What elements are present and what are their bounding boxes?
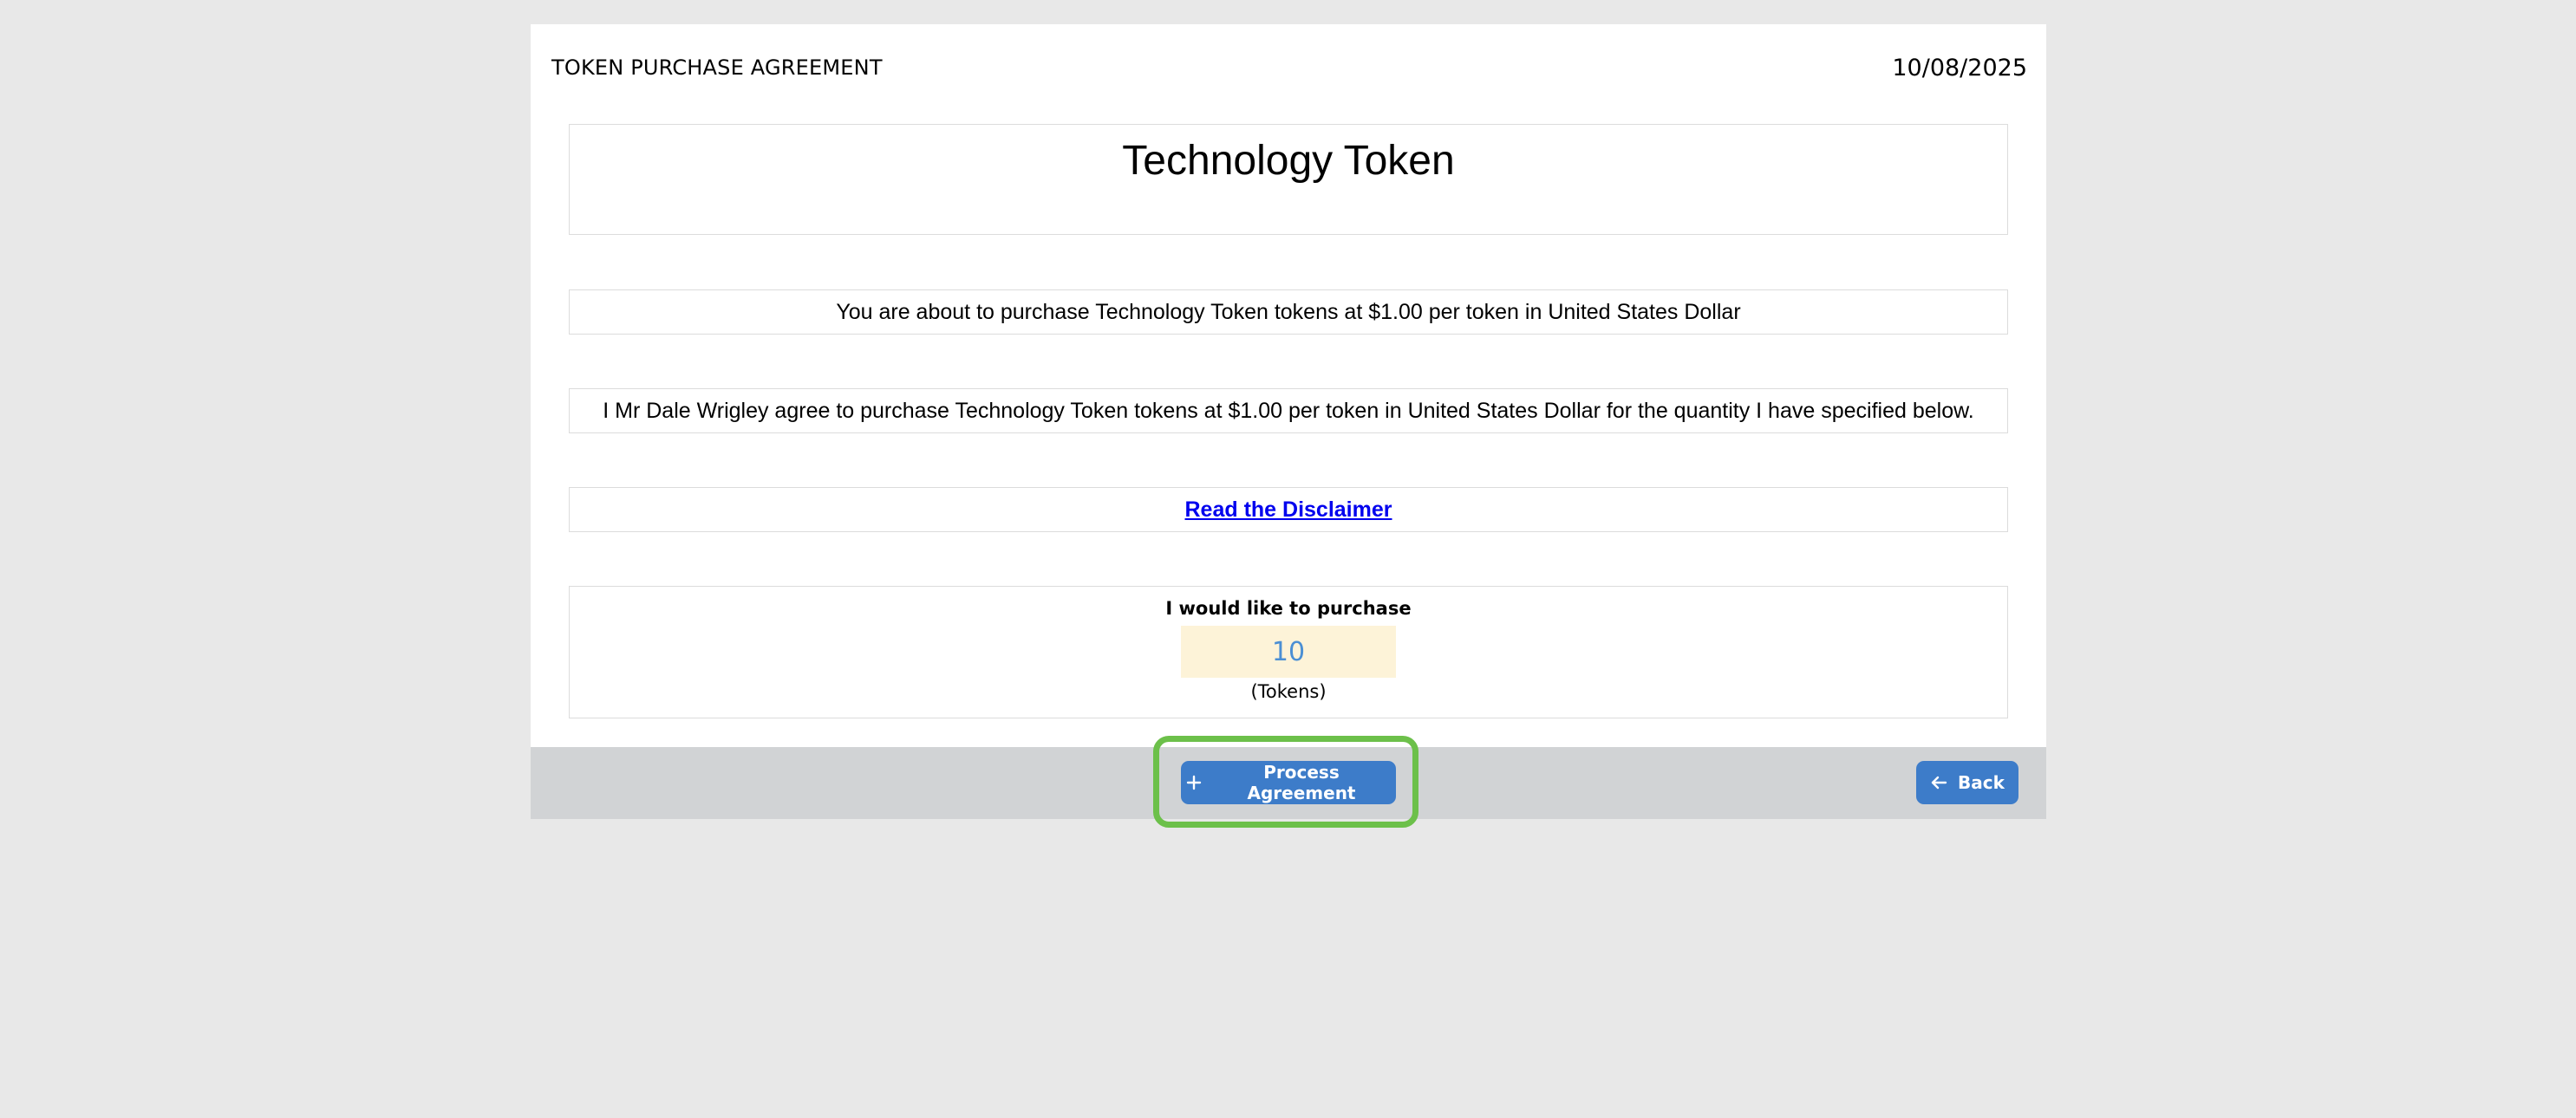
read-disclaimer-link[interactable]: Read the Disclaimer (1185, 497, 1392, 523)
unit-label: (Tokens) (1250, 681, 1327, 702)
purchase-box: I would like to purchase (Tokens) (569, 586, 2008, 718)
agreement-page: TOKEN PURCHASE AGREEMENT 10/08/2025 Tech… (531, 24, 2046, 828)
back-label: Back (1958, 772, 2005, 793)
title-box: Technology Token (569, 124, 2008, 235)
intro-statement: You are about to purchase Technology Tok… (569, 289, 2008, 335)
disclaimer-box: Read the Disclaimer (569, 487, 2008, 532)
agreement-text: I Mr Dale Wrigley agree to purchase Tech… (603, 398, 1974, 423)
footer-bar: Process Agreement Back (531, 736, 2046, 828)
process-agreement-button[interactable]: Process Agreement (1181, 761, 1396, 804)
quantity-input[interactable] (1181, 626, 1396, 678)
document-header: TOKEN PURCHASE AGREEMENT 10/08/2025 (551, 50, 2027, 85)
arrow-left-icon (1930, 775, 1947, 790)
intro-text: You are about to purchase Technology Tok… (836, 299, 1741, 324)
plus-icon (1186, 775, 1202, 790)
page-title: Technology Token (1122, 138, 1455, 184)
process-agreement-label: Process Agreement (1247, 762, 1356, 803)
purchase-label: I would like to purchase (1165, 598, 1412, 619)
agreement-statement: I Mr Dale Wrigley agree to purchase Tech… (569, 388, 2008, 433)
back-button[interactable]: Back (1916, 761, 2018, 804)
document-type-label: TOKEN PURCHASE AGREEMENT (551, 55, 883, 80)
document-date: 10/08/2025 (1892, 54, 2027, 81)
